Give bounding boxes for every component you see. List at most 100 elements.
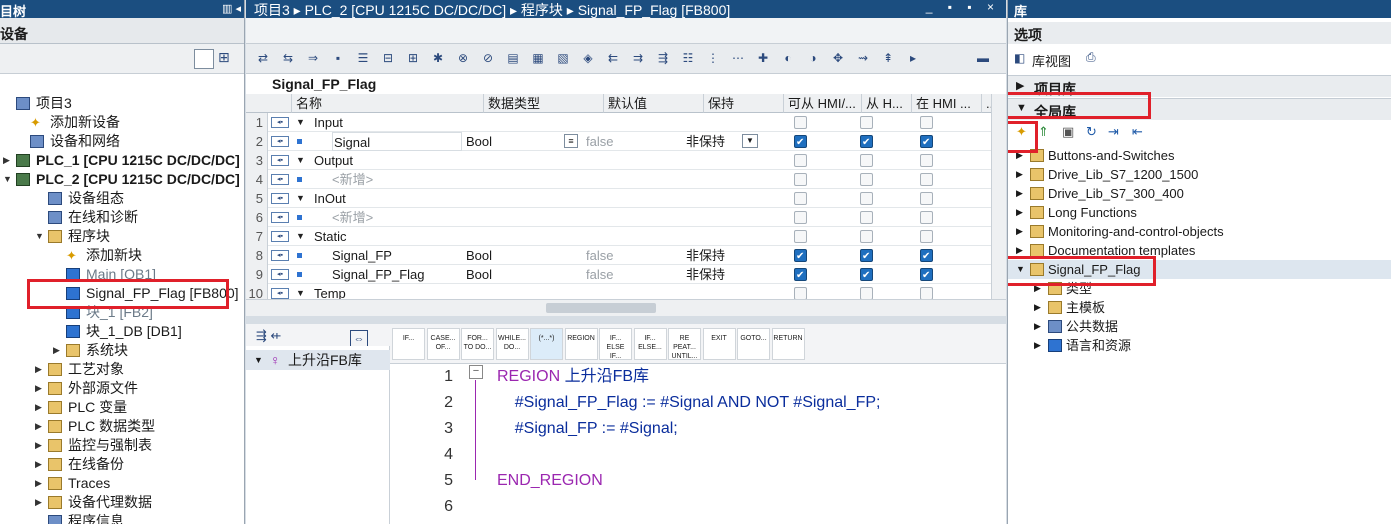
scl-code-editor[interactable]: − 1 REGION 上升沿FB库 2 #Signal_FP_Flag := #Si… xyxy=(391,364,1006,524)
hmi-checkbox[interactable] xyxy=(794,211,807,224)
hmi-checkbox[interactable] xyxy=(860,116,873,129)
toolbar-icon[interactable]: ⇇ xyxy=(604,49,622,67)
splitter[interactable] xyxy=(246,316,1006,324)
tree-item[interactable]: 块_1_DB [DB1] xyxy=(0,322,244,341)
code-text[interactable]: REGION 上升沿FB库 xyxy=(497,364,649,390)
toolbar-icon[interactable]: ⇒ xyxy=(304,49,322,67)
hmi-checkbox[interactable] xyxy=(920,133,933,152)
hmi-checkbox[interactable] xyxy=(920,154,933,167)
column-header[interactable]: 默认值 xyxy=(604,94,704,113)
toolbar-icon[interactable]: ☰ xyxy=(354,49,372,67)
collapsed-arrow-icon[interactable]: ▶ xyxy=(3,151,10,170)
window-controls[interactable]: _ ▪ ▪ × xyxy=(926,0,1000,14)
tree-item[interactable]: ▶ 外部源文件 xyxy=(0,379,244,398)
hmi-checkbox[interactable] xyxy=(920,192,933,205)
toolbar-icon[interactable]: ⋮ xyxy=(704,49,722,67)
retain-value[interactable]: 非保持 xyxy=(686,246,725,265)
retain-value[interactable]: 非保持 xyxy=(686,132,725,151)
toolbar-icon[interactable]: ⇄ xyxy=(254,49,272,67)
data-type[interactable]: Bool xyxy=(466,265,492,284)
library-item[interactable]: ▶ Drive_Lib_S7_1200_1500 xyxy=(1008,165,1391,184)
expand-arrow-icon[interactable]: ▼ xyxy=(296,113,305,132)
export-library-icon[interactable]: ⇥ xyxy=(1108,124,1119,140)
snippet-button[interactable]: REGION xyxy=(564,328,598,360)
column-header[interactable]: 名称 xyxy=(292,94,484,113)
toolbar-icon[interactable]: ✥ xyxy=(829,49,847,67)
collapsed-arrow-icon[interactable]: ▶ xyxy=(35,474,42,493)
collapsed-arrow-icon[interactable]: ▶ xyxy=(1016,222,1023,241)
hmi-checkbox[interactable] xyxy=(794,133,807,152)
toolbar-icon[interactable]: ▤ xyxy=(504,49,522,67)
tree-item[interactable]: 设备组态 xyxy=(0,189,244,208)
tree-item[interactable]: ▶ PLC_1 [CPU 1215C DC/DC/DC] xyxy=(0,151,244,170)
toolbar-icon[interactable]: ⇝ xyxy=(854,49,872,67)
hmi-checkbox[interactable] xyxy=(860,211,873,224)
hmi-checkbox[interactable] xyxy=(860,154,873,167)
tree-item[interactable]: 项目3 xyxy=(0,94,244,113)
variable-name[interactable]: Signal_FP xyxy=(332,246,392,265)
expand-arrow-icon[interactable]: ▼ xyxy=(296,151,305,170)
open-global-library-icon[interactable]: ⇑ xyxy=(1038,124,1049,140)
code-text[interactable]: #Signal_FP := #Signal; xyxy=(497,416,678,442)
toolbar-icon[interactable]: ⊘ xyxy=(479,49,497,67)
collapsed-arrow-icon[interactable]: ▶ xyxy=(35,379,42,398)
update-library-icon[interactable]: ↻ xyxy=(1086,124,1097,140)
snippet-button[interactable]: (*...*) xyxy=(530,328,563,360)
code-text[interactable]: #Signal_FP_Flag := #Signal AND NOT #Sign… xyxy=(497,390,881,416)
hmi-checkbox[interactable] xyxy=(794,173,807,186)
column-header[interactable]: 可从 HMI/... xyxy=(784,94,862,113)
open-library-icon[interactable]: ⎙ xyxy=(1086,50,1096,65)
code-line[interactable]: 5 END_REGION xyxy=(391,468,991,494)
add-icon[interactable]: ⊞ xyxy=(218,49,238,69)
collapsed-arrow-icon[interactable]: ▶ xyxy=(1034,317,1041,336)
tree-item[interactable]: ▶ 设备代理数据 xyxy=(0,493,244,512)
save-library-icon[interactable]: ▣ xyxy=(1062,124,1074,140)
interface-row[interactable]: 8 ◂▪ Signal_FP Bool false 非保持 xyxy=(246,246,991,266)
import-library-icon[interactable]: ⇤ xyxy=(1132,124,1143,140)
toolbar-icon[interactable]: ◈ xyxy=(579,49,597,67)
toolbar-icon[interactable]: ⊞ xyxy=(404,49,422,67)
hmi-checkbox[interactable] xyxy=(794,192,807,205)
tree-item[interactable]: ▶ 系统块 xyxy=(0,341,244,360)
snippet-button[interactable]: EXIT xyxy=(702,328,736,360)
tree-item[interactable]: ▼ 程序块 xyxy=(0,227,244,246)
interface-row[interactable]: 6 ◂▪ <新增> xyxy=(246,208,991,227)
library-item[interactable]: ▶ 公共数据 xyxy=(1008,317,1391,336)
snippet-button[interactable]: FOR... TO DO... xyxy=(461,328,494,360)
toolbar-icon[interactable]: ⋯ xyxy=(729,49,747,67)
default-value[interactable]: false xyxy=(586,132,613,151)
expanded-arrow-icon[interactable]: ▼ xyxy=(3,170,12,189)
hmi-checkbox[interactable] xyxy=(920,230,933,243)
hmi-checkbox[interactable] xyxy=(920,266,933,285)
toolbar-icon[interactable]: ⇉ xyxy=(629,49,647,67)
snippet-button[interactable]: RE PEAT... UNTIL... xyxy=(668,328,701,360)
interface-row[interactable]: 4 ◂▪ <新增> xyxy=(246,170,991,189)
toolbar-icon[interactable]: ◑ xyxy=(804,49,822,67)
tree-item[interactable]: 程序信息 xyxy=(0,512,244,524)
library-item[interactable]: ▶ Buttons-and-Switches xyxy=(1008,146,1391,165)
toolbar-icon[interactable]: ⇞ xyxy=(879,49,897,67)
interface-row[interactable]: 3 ◂▪ ▼ Output xyxy=(246,151,991,170)
hmi-checkbox[interactable] xyxy=(860,247,873,266)
list-view-icon[interactable] xyxy=(194,49,214,69)
tree-item[interactable]: ▶ Traces xyxy=(0,474,244,493)
code-text[interactable]: END_REGION xyxy=(497,468,603,494)
hmi-checkbox[interactable] xyxy=(860,133,873,152)
snippet-button[interactable]: IF... ELSE IF... xyxy=(599,328,632,360)
column-header[interactable]: 从 H... xyxy=(862,94,912,113)
collapsed-arrow-icon[interactable]: ▶ xyxy=(1016,184,1023,203)
library-item[interactable]: ▶ 主模板 xyxy=(1008,298,1391,317)
expand-arrow-icon[interactable]: ▼ xyxy=(296,227,305,246)
default-value[interactable]: false xyxy=(586,265,613,284)
column-header[interactable]: 在 HMI ... xyxy=(912,94,982,113)
toolbar-icon[interactable]: ☷ xyxy=(679,49,697,67)
toolbar-icon[interactable]: ⊗ xyxy=(454,49,472,67)
toolbar-icon[interactable]: ▪ xyxy=(329,49,347,67)
hmi-checkbox[interactable] xyxy=(794,230,807,243)
library-item[interactable]: ▶ 语言和资源 xyxy=(1008,336,1391,355)
toolbar-icon[interactable]: ✱ xyxy=(429,49,447,67)
expand-arrow-icon[interactable]: ▼ xyxy=(296,189,305,208)
column-header[interactable]: 数据类型 xyxy=(484,94,604,113)
library-view-button[interactable]: 库视图 xyxy=(1032,51,1071,70)
toolbar-icon[interactable]: ⇶ xyxy=(654,49,672,67)
